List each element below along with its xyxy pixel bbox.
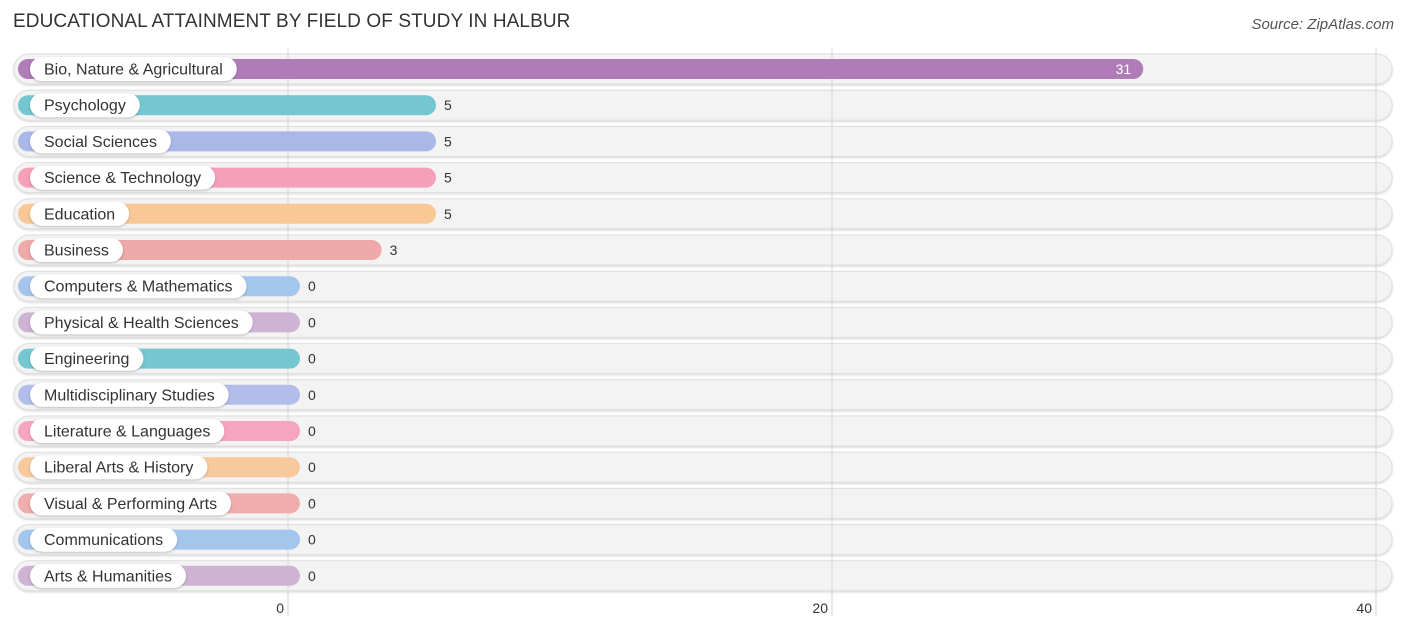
bar-row: Bio, Nature & Agricultural 31 — [18, 57, 1144, 81]
bar-row: Multidisciplinary Studies 0 — [18, 382, 316, 407]
bar-row: Science & Technology 5 — [18, 165, 452, 190]
bar-chart: Bio, Nature & Agricultural 31Psychology 5S… — [13, 48, 1393, 616]
bar-row: Social Sciences 5 — [18, 129, 452, 154]
x-tick-label: 20 — [812, 600, 828, 616]
x-tick-label: 40 — [1356, 600, 1372, 616]
value-label: 0 — [308, 568, 316, 584]
bar-row: Psychology 5 — [18, 93, 452, 118]
bar-row: Liberal Arts & History 0 — [18, 455, 316, 480]
value-label: 5 — [444, 206, 452, 222]
value-label: 3 — [390, 242, 398, 258]
value-label: 0 — [308, 387, 316, 403]
category-label: Bio, Nature & Agricultural — [44, 62, 223, 79]
bar-row: Visual & Performing Arts 0 — [18, 491, 316, 516]
value-label: 0 — [308, 278, 316, 294]
x-axis: 0 20 40 — [276, 600, 1372, 616]
value-label: 0 — [308, 314, 316, 330]
value-label: 5 — [444, 170, 452, 186]
value-label: 0 — [308, 495, 316, 511]
x-tick-label: 0 — [276, 600, 284, 616]
bar-row: Arts & Humanities 0 — [18, 563, 316, 588]
bar-row: Literature & Languages 0 — [18, 419, 316, 443]
category-label: Computers & Mathematics — [44, 279, 233, 296]
bar-row: Communications 0 — [18, 527, 316, 552]
category-label: Communications — [44, 532, 163, 549]
value-label: 0 — [308, 351, 316, 367]
bar-row: Physical & Health Sciences 0 — [18, 310, 316, 335]
category-label: Liberal Arts & History — [44, 460, 193, 477]
category-label: Psychology — [44, 98, 126, 115]
bar-row: Education 5 — [18, 201, 452, 226]
category-label: Engineering — [44, 351, 129, 368]
category-label: Science & Technology — [44, 170, 201, 187]
value-label: 0 — [308, 423, 316, 439]
category-label: Arts & Humanities — [44, 568, 172, 585]
value-label: 5 — [444, 97, 452, 113]
category-label: Multidisciplinary Studies — [44, 387, 215, 404]
value-label: 0 — [308, 459, 316, 475]
category-label: Business — [44, 243, 109, 260]
category-label: Education — [44, 206, 115, 223]
bar-row: Business 3 — [18, 238, 398, 262]
value-label: 0 — [308, 532, 316, 548]
bar-row: Engineering 0 — [18, 346, 316, 371]
category-label: Social Sciences — [44, 134, 157, 151]
category-label: Literature & Languages — [44, 424, 210, 441]
value-label: 31 — [1116, 61, 1132, 77]
value-label: 5 — [444, 133, 452, 149]
category-label: Visual & Performing Arts — [44, 496, 217, 513]
bar-row: Computers & Mathematics 0 — [18, 274, 316, 299]
category-label: Physical & Health Sciences — [44, 315, 239, 332]
